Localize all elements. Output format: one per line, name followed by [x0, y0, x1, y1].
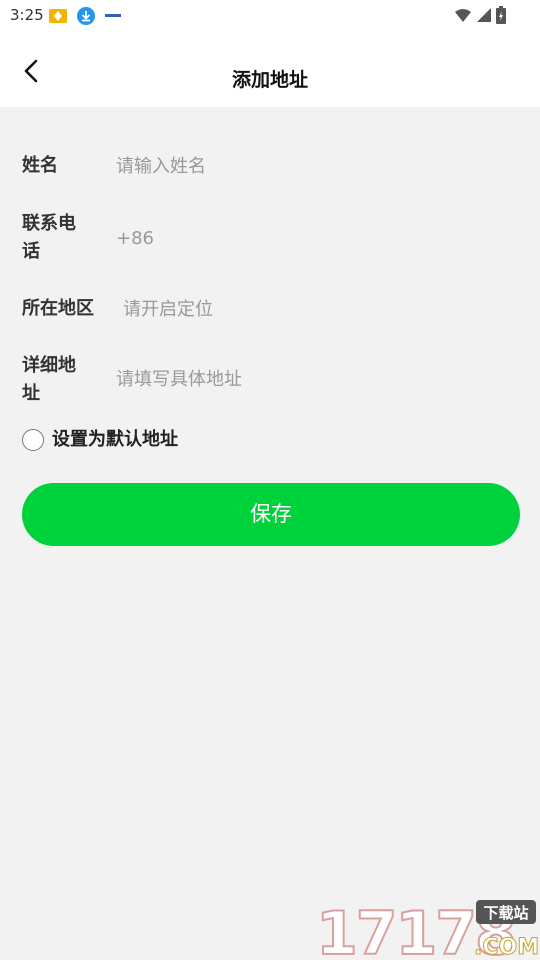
phone-label: 联系电话: [22, 213, 76, 262]
address-row: 详细地址: [22, 352, 518, 408]
phone-input[interactable]: [116, 224, 496, 252]
address-input[interactable]: [116, 365, 496, 393]
phone-row: 联系电话: [22, 210, 518, 266]
name-input[interactable]: [116, 152, 496, 180]
wifi-icon: [455, 9, 471, 22]
signal-icon: [477, 8, 491, 22]
header: 添加地址: [0, 32, 540, 107]
address-label: 详细地址: [22, 355, 76, 404]
status-icons: [454, 6, 506, 24]
region-label: 所在地区: [22, 298, 94, 319]
watermark-tag: 下载站: [483, 904, 528, 922]
name-label: 姓名: [22, 155, 58, 176]
battery-icon: [496, 6, 506, 24]
download-icon: [77, 7, 95, 25]
default-address-radio[interactable]: [22, 429, 44, 451]
region-input[interactable]: [123, 295, 493, 323]
watermark-domain: .COM: [474, 935, 538, 960]
region-row: 所在地区: [22, 295, 518, 323]
watermark-logo: 17178 下载站 .COM: [316, 898, 538, 960]
status-time: 3:25: [10, 6, 44, 24]
status-bar: 3:25: [0, 0, 540, 32]
save-button[interactable]: 保存: [22, 483, 520, 546]
name-row: 姓名: [22, 152, 518, 180]
small-app-icon: [105, 14, 121, 17]
app-notification-icon: [49, 9, 67, 23]
page-title: 添加地址: [231, 69, 308, 91]
default-address-label[interactable]: 设置为默认地址: [52, 427, 178, 453]
